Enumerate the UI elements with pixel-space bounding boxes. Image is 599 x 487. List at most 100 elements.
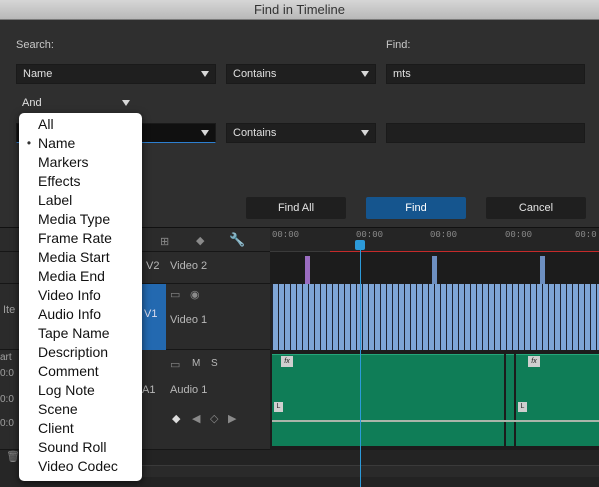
menu-item-label: Sound Roll	[38, 439, 107, 455]
menu-item-label: Client	[38, 420, 74, 436]
panel-fragment: 0:0	[0, 368, 14, 379]
find-label: Find:	[386, 39, 411, 51]
fx-badge: fx	[281, 356, 293, 367]
clip-v2[interactable]	[305, 256, 310, 284]
prev-keyframe-icon[interactable]: ◀	[192, 412, 200, 425]
snap-icon[interactable]: ⊞	[160, 235, 169, 248]
panel-fragment: art	[0, 352, 12, 363]
menu-item-label: Log Note	[38, 382, 95, 398]
track-name-v2: Video 2	[170, 260, 208, 272]
menu-item[interactable]: Log Note	[19, 381, 142, 400]
time-ruler[interactable]: 00:00 00:00 00:00 00:00 00:0	[270, 228, 599, 252]
keyframe-icon[interactable]: ◆	[172, 412, 180, 425]
film-icon[interactable]: ▭	[170, 288, 180, 301]
menu-item-label: Description	[38, 344, 109, 360]
menu-item[interactable]: Media Type	[19, 210, 142, 229]
wrench-icon[interactable]: 🔧	[229, 232, 245, 248]
menu-item[interactable]: Description	[19, 343, 142, 362]
chevron-down-icon	[201, 71, 209, 77]
menu-item[interactable]: Audio Info	[19, 305, 142, 324]
menu-item-label: Scene	[38, 401, 78, 417]
chevron-down-icon	[361, 130, 369, 136]
search-field-value: Name	[23, 68, 53, 80]
solo-button[interactable]: S	[211, 358, 218, 369]
fx-badge: fx	[528, 356, 540, 367]
find-input-1[interactable]: mts	[386, 64, 585, 84]
find-input-2[interactable]	[386, 123, 585, 143]
menu-item[interactable]: Video Info	[19, 286, 142, 305]
operator-select-2[interactable]: Contains	[226, 123, 376, 143]
clips-v1[interactable]	[272, 284, 599, 350]
find-button[interactable]: Find	[366, 197, 466, 219]
menu-item-label: All	[38, 116, 54, 132]
horizontal-scrollbar[interactable]	[140, 465, 599, 477]
track-target-v1[interactable]: V1	[142, 284, 166, 350]
menu-item[interactable]: Tape Name	[19, 324, 142, 343]
menu-item[interactable]: Client	[19, 419, 142, 438]
conjunction-select[interactable]: And	[16, 94, 136, 114]
menu-item[interactable]: Markers	[19, 153, 142, 172]
menu-item[interactable]: Effects	[19, 172, 142, 191]
find-all-button[interactable]: Find All	[246, 197, 346, 219]
menu-item[interactable]: Video Codec	[19, 457, 142, 476]
menu-item-label: Media Type	[38, 211, 111, 227]
menu-item[interactable]: All	[19, 115, 142, 134]
add-keyframe-icon[interactable]: ◇	[210, 412, 218, 425]
menu-item[interactable]: Frame Rate	[19, 229, 142, 248]
clip-a1[interactable]	[516, 354, 599, 446]
operator-select-1[interactable]: Contains	[226, 64, 376, 84]
menu-item-label: Audio Info	[38, 306, 102, 322]
next-keyframe-icon[interactable]: ▶	[228, 412, 236, 425]
menu-item-label: Tape Name	[38, 325, 110, 341]
track-name-v1: Video 1	[170, 314, 208, 326]
chevron-down-icon	[201, 130, 209, 136]
clip-v2[interactable]	[540, 256, 545, 284]
channel-badge: L	[518, 402, 527, 412]
trash-icon[interactable]: 🗑	[6, 450, 20, 463]
track-id-v1: V1	[144, 308, 158, 320]
chevron-down-icon	[122, 100, 130, 106]
search-field-dropdown-menu: All • Name Markers Effects Label Media Type Fra…	[19, 113, 142, 481]
selected-bullet-icon: •	[26, 136, 32, 150]
menu-item[interactable]: Sound Roll	[19, 438, 142, 457]
clip-v2[interactable]	[432, 256, 437, 284]
ruler-tick: 00:00	[505, 230, 533, 240]
track-id-v2: V2	[146, 260, 160, 272]
menu-item[interactable]: • Name	[19, 134, 142, 153]
clip-a1[interactable]	[506, 354, 514, 446]
operator-value: Contains	[233, 68, 277, 80]
menu-item-label: Label	[38, 192, 73, 208]
panel-fragment: 0:0	[0, 394, 14, 405]
playhead-line	[360, 248, 361, 487]
ruler-tick: 00:0	[575, 230, 597, 240]
menu-item[interactable]: Comment	[19, 362, 142, 381]
search-field-select-1[interactable]: Name	[16, 64, 216, 84]
menu-item-label: Comment	[38, 363, 99, 379]
panel-fragment: 0:0	[0, 418, 14, 429]
menu-item-label: Media End	[38, 268, 105, 284]
mute-button[interactable]: M	[192, 358, 200, 369]
ruler-tick: 00:00	[272, 230, 300, 240]
chevron-down-icon	[361, 71, 369, 77]
film-icon[interactable]: ▭	[170, 358, 180, 371]
search-label: Search:	[16, 39, 54, 51]
track-name-a1: Audio 1	[170, 384, 208, 396]
panel-fragment: Ite	[3, 304, 16, 316]
menu-item[interactable]: Media Start	[19, 248, 142, 267]
menu-item[interactable]: Media End	[19, 267, 142, 286]
clip-a1[interactable]	[272, 354, 504, 446]
menu-item-label: Name	[38, 135, 76, 151]
menu-item[interactable]: Label	[19, 191, 142, 210]
menu-item[interactable]: Scene	[19, 400, 142, 419]
ruler-tick: 00:00	[356, 230, 384, 240]
menu-item-label: Video Info	[38, 287, 101, 303]
eye-icon[interactable]: ◉	[190, 288, 200, 301]
volume-line[interactable]	[272, 420, 599, 422]
menu-item-label: Effects	[38, 173, 81, 189]
marker-icon[interactable]: ◆	[196, 234, 204, 247]
cancel-button[interactable]: Cancel	[486, 197, 586, 219]
menu-item-label: Media Start	[38, 249, 110, 265]
dialog-title: Find in Timeline	[0, 0, 599, 20]
operator-value: Contains	[233, 127, 277, 139]
menu-item-label: Frame Rate	[38, 230, 112, 246]
